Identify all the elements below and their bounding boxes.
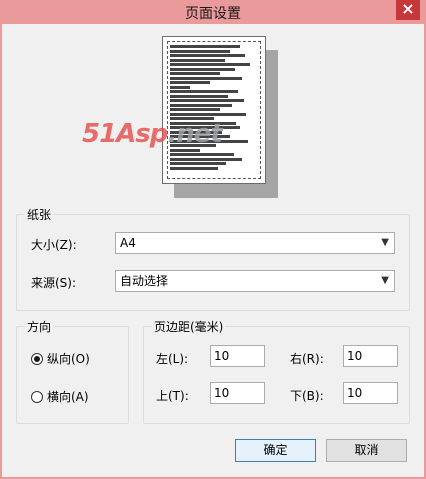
right-margin-label: 右(R):: [290, 352, 324, 366]
preview-line: [170, 63, 250, 66]
radio-unselected-icon: [31, 390, 43, 403]
preview-line: [170, 157, 242, 161]
preview-line: [170, 166, 218, 170]
preview-line: [170, 67, 235, 71]
preview-line: [170, 54, 245, 57]
orientation-group-title: 方向: [25, 318, 54, 335]
portrait-label: 纵向(O): [47, 352, 90, 366]
preview-line: [170, 49, 230, 53]
paper-size-value: A4: [120, 236, 136, 250]
paper-size-label: 大小(Z):: [31, 238, 77, 252]
title-bar: 页面设置 ×: [0, 0, 426, 24]
landscape-label: 横向(A): [47, 390, 89, 404]
top-margin-input[interactable]: 10: [210, 382, 265, 404]
paper-source-value: 自动选择: [120, 274, 169, 288]
preview-line: [170, 108, 220, 111]
paper-group-title: 纸张: [25, 206, 54, 223]
close-button[interactable]: ×: [396, 0, 420, 20]
portrait-radio[interactable]: 纵向(O): [31, 350, 90, 367]
left-margin-input[interactable]: 10: [210, 345, 265, 367]
chevron-down-icon: ▼: [381, 237, 389, 248]
preview-line: [170, 94, 228, 98]
paper-source-label: 来源(S):: [31, 276, 77, 290]
preview-line: [170, 76, 242, 80]
dialog-title: 页面设置: [185, 6, 241, 22]
preview-line: [170, 81, 210, 84]
bottom-margin-input[interactable]: 10: [343, 382, 398, 404]
ok-button[interactable]: 确定: [235, 439, 316, 462]
paper-size-select[interactable]: A4 ▼: [115, 232, 395, 254]
margins-group-title: 页边距(毫米): [152, 318, 226, 335]
preview-line: [170, 112, 246, 116]
orientation-group: 方向 纵向(O) 横向(A): [16, 318, 129, 424]
page-setup-dialog: 页面设置 × 51Asp.net 纸张 大小(Z): A4 ▼ 来源(S): 自…: [0, 0, 426, 479]
radio-selected-icon: [31, 352, 43, 365]
preview-line: [170, 85, 190, 89]
watermark-logo: 51Asp.net: [82, 119, 223, 149]
paper-source-select[interactable]: 自动选择 ▼: [115, 270, 395, 292]
paper-group: 纸张 大小(Z): A4 ▼ 来源(S): 自动选择 ▼: [16, 206, 410, 311]
preview-line: [170, 58, 225, 62]
preview-line: [170, 162, 226, 165]
chevron-down-icon: ▼: [381, 275, 389, 286]
paper-preview: [162, 36, 266, 184]
bottom-margin-label: 下(B):: [290, 389, 324, 403]
preview-line: [170, 103, 232, 107]
preview-text-lines: [170, 45, 250, 171]
preview-line: [170, 153, 234, 156]
preview-line: [170, 72, 220, 75]
cancel-button[interactable]: 取消: [326, 439, 407, 462]
landscape-radio[interactable]: 横向(A): [31, 388, 89, 405]
right-margin-input[interactable]: 10: [343, 345, 398, 367]
preview-line: [170, 45, 240, 48]
preview-line: [170, 90, 238, 93]
watermark-tail: .net: [167, 119, 222, 149]
dialog-body: 51Asp.net 纸张 大小(Z): A4 ▼ 来源(S): 自动选择 ▼ 方…: [2, 24, 424, 477]
margins-group: 页边距(毫米) 左(L): 10 右(R): 10 上(T): 10 下(B):…: [143, 318, 410, 424]
top-margin-label: 上(T):: [156, 389, 189, 403]
left-margin-label: 左(L):: [156, 352, 189, 366]
watermark-main: 51Asp: [82, 119, 168, 149]
preview-line: [170, 99, 244, 102]
